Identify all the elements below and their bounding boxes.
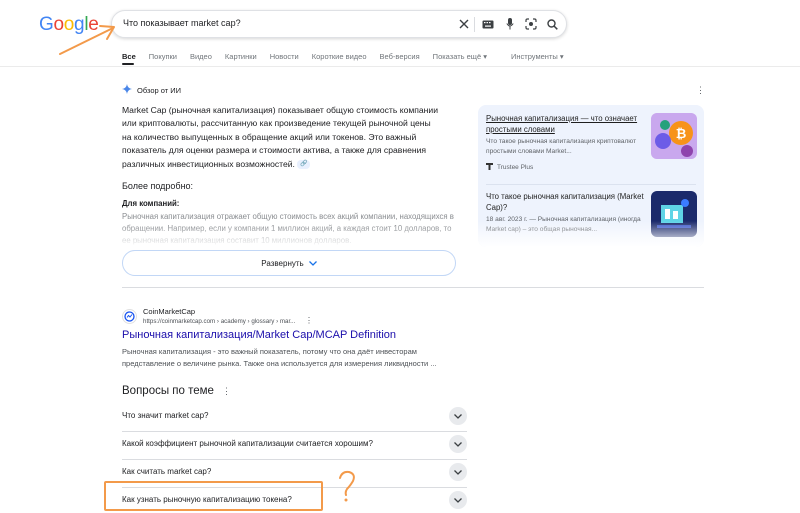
source-link-icon[interactable]: 🔗 xyxy=(297,159,311,169)
chevron-down-icon[interactable] xyxy=(449,463,467,481)
search-divider xyxy=(474,17,475,32)
search-tabs: Все Покупки Видео Картинки Новости Корот… xyxy=(122,52,500,61)
faded-overview-text: Рыночная капитализация отражает общую ст… xyxy=(122,211,458,247)
tools-button[interactable]: Инструменты ▾ xyxy=(511,52,564,61)
result-options-icon[interactable]: ⋮ xyxy=(305,316,313,325)
tab-videos[interactable]: Видео xyxy=(190,52,212,61)
more-options-icon[interactable]: ⋮ xyxy=(222,386,231,397)
question-text: Какой коэффициент рыночной капитализации… xyxy=(122,439,373,448)
keyboard-icon[interactable] xyxy=(481,17,495,31)
ai-overview-text: Market Cap (рыночная капитализация) пока… xyxy=(122,105,439,169)
related-questions-heading: Вопросы по теме ⋮ xyxy=(122,385,231,397)
source-title[interactable]: Рыночная капитализация — что означает пр… xyxy=(486,113,646,135)
ai-overview-header: Обзор от ИИ xyxy=(122,84,181,96)
source-card[interactable]: Что такое рыночная капитализация (Market… xyxy=(478,185,704,247)
chevron-down-icon[interactable] xyxy=(449,491,467,509)
tab-news[interactable]: Новости xyxy=(270,52,299,61)
source-site: Trustee Plus xyxy=(486,163,533,172)
crypto-coins-thumbnail: ₿ xyxy=(651,113,697,159)
tab-all[interactable]: Все xyxy=(122,52,136,61)
ai-overview-paragraph: Market Cap (рыночная капитализация) пока… xyxy=(122,104,440,171)
trustee-plus-icon xyxy=(486,163,493,172)
result-site-name[interactable]: CoinMarketCap xyxy=(143,307,195,316)
related-questions-title: Вопросы по теме xyxy=(122,385,214,397)
result-snippet: Рыночная капитализация - это важный пока… xyxy=(122,347,437,368)
search-input[interactable]: Что показывает market cap? xyxy=(123,18,241,28)
logo-letter: G xyxy=(39,14,54,35)
header-divider xyxy=(0,66,800,67)
source-title[interactable]: Что такое рыночная капитализация (Market… xyxy=(486,191,646,213)
result-title-link[interactable]: Рыночная капитализация/Market Cap/MCAP D… xyxy=(122,329,396,341)
search-box[interactable]: Что показывает market cap? xyxy=(111,10,567,38)
ai-sparkle-icon xyxy=(122,84,132,96)
market-cap-thumbnail xyxy=(651,191,697,237)
result-url[interactable]: https://coinmarketcap.com › academy › gl… xyxy=(143,318,295,325)
for-companies-heading: Для компаний: xyxy=(122,199,180,208)
tab-web[interactable]: Веб-версия xyxy=(380,52,420,61)
related-question[interactable]: Что значит market cap? xyxy=(122,404,467,432)
camera-lens-icon[interactable] xyxy=(524,17,538,31)
tab-images[interactable]: Картинки xyxy=(225,52,257,61)
annotation-question-mark-icon xyxy=(339,470,355,502)
source-snippet: 18 авг. 2023 г. — Рыночная капитализация… xyxy=(486,216,641,233)
chevron-down-icon[interactable] xyxy=(449,407,467,425)
clear-icon[interactable] xyxy=(457,17,471,31)
microphone-icon[interactable] xyxy=(503,17,517,31)
active-tab-indicator xyxy=(122,63,134,65)
tab-short-videos[interactable]: Короткие видео xyxy=(312,52,367,61)
related-question[interactable]: Какой коэффициент рыночной капитализации… xyxy=(122,432,467,460)
coinmarketcap-favicon[interactable] xyxy=(122,309,137,324)
section-divider xyxy=(122,287,704,288)
expand-label: Развернуть xyxy=(261,258,304,268)
more-options-icon[interactable]: ⋮ xyxy=(696,85,705,96)
question-text: Что значит market cap? xyxy=(122,411,209,420)
source-snippet: Что такое рыночная капитализация криптов… xyxy=(486,138,637,155)
chevron-down-icon[interactable] xyxy=(449,435,467,453)
ai-sources-panel: Рыночная капитализация — что означает пр… xyxy=(478,105,704,247)
more-details-label: Более подробно: xyxy=(122,181,194,191)
svg-text:₿: ₿ xyxy=(676,126,687,141)
question-text: Как считать market cap? xyxy=(122,467,212,476)
tab-more[interactable]: Показать ещё ▾ xyxy=(433,52,487,61)
chevron-down-icon xyxy=(308,259,317,268)
expand-button[interactable]: Развернуть xyxy=(122,250,456,276)
annotation-arrow-icon xyxy=(59,25,115,55)
annotation-highlight-box xyxy=(104,481,323,511)
ai-overview-label: Обзор от ИИ xyxy=(137,85,182,95)
search-icon[interactable] xyxy=(545,17,559,31)
tab-shopping[interactable]: Покупки xyxy=(149,52,177,61)
source-card[interactable]: Рыночная капитализация — что означает пр… xyxy=(478,105,704,181)
source-site-name: Trustee Plus xyxy=(497,164,534,171)
